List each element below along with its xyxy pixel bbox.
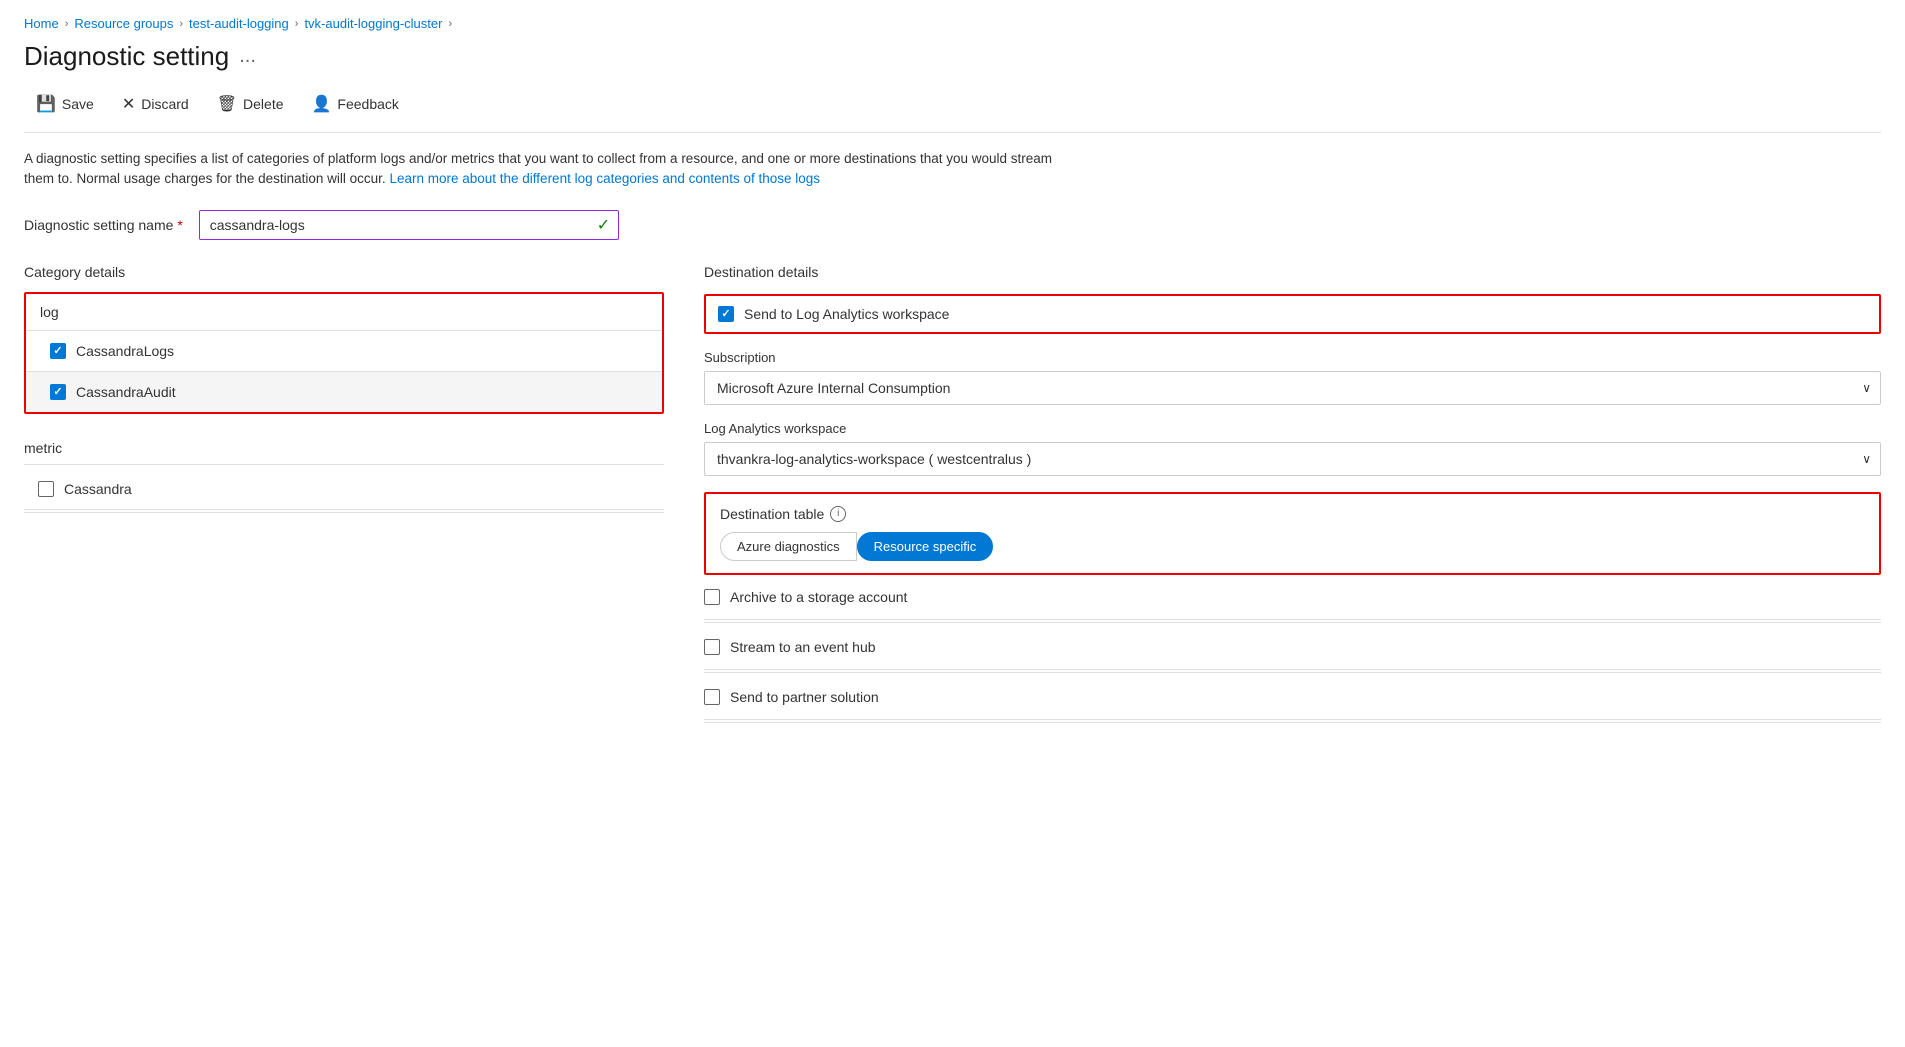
storage-label: Archive to a storage account: [730, 589, 907, 605]
breadcrumb-sep-4: ›: [448, 18, 452, 30]
resource-specific-button[interactable]: Resource specific: [857, 532, 994, 561]
description: A diagnostic setting specifies a list of…: [24, 149, 1074, 190]
event-hub-label: Stream to an event hub: [730, 639, 876, 655]
destination-table-label: Destination table i: [720, 506, 1865, 522]
save-button[interactable]: 💾 Save: [24, 88, 106, 120]
log-category-box: log CassandraLogs CassandraAudit: [24, 292, 664, 414]
partner-option: Send to partner solution: [704, 675, 1881, 720]
storage-option: Archive to a storage account: [704, 575, 1881, 620]
delete-label: Delete: [243, 96, 283, 112]
event-hub-checkbox[interactable]: [704, 639, 720, 655]
table-options: Azure diagnostics Resource specific: [720, 532, 1865, 561]
setting-name-row: Diagnostic setting name * ✓: [24, 210, 1881, 240]
delete-button[interactable]: 🗑 Delete: [205, 88, 296, 120]
setting-name-label: Diagnostic setting name *: [24, 217, 183, 233]
breadcrumb-sep-2: ›: [179, 18, 183, 30]
required-star: *: [177, 217, 182, 233]
destination-table-box: Destination table i Azure diagnostics Re…: [704, 492, 1881, 575]
cassandra-logs-checkbox[interactable]: [50, 343, 66, 359]
cassandra-metric-item: Cassandra: [24, 469, 664, 510]
workspace-section: Log Analytics workspace thvankra-log-ana…: [704, 421, 1881, 476]
destination-table-info-icon[interactable]: i: [830, 506, 846, 522]
storage-checkbox[interactable]: [704, 589, 720, 605]
input-checkmark-icon: ✓: [597, 215, 610, 235]
cassandra-metric-label: Cassandra: [64, 481, 132, 497]
workspace-label: Log Analytics workspace: [704, 421, 1881, 436]
category-details-label: Category details: [24, 264, 664, 280]
cassandra-audit-checkbox[interactable]: [50, 384, 66, 400]
destination-details-panel: Destination details Send to Log Analytic…: [704, 264, 1881, 725]
metric-section: metric Cassandra: [24, 430, 664, 513]
azure-diagnostics-button[interactable]: Azure diagnostics: [720, 532, 857, 561]
page-title-container: Diagnostic setting ...: [24, 41, 1881, 72]
save-icon: 💾: [36, 94, 56, 114]
partner-label: Send to partner solution: [730, 689, 879, 705]
subscription-dropdown-wrapper: Microsoft Azure Internal Consumption ∨: [704, 371, 1881, 405]
toolbar: 💾 Save ✕ Discard 🗑 Delete 👤 Feedback: [24, 88, 1881, 133]
event-hub-option: Stream to an event hub: [704, 625, 1881, 670]
metric-group-header: metric: [24, 430, 664, 465]
cassandra-audit-item: CassandraAudit: [26, 372, 662, 412]
page-title-dots: ...: [239, 45, 256, 68]
log-group-header: log: [26, 294, 662, 331]
workspace-dropdown-wrapper: thvankra-log-analytics-workspace ( westc…: [704, 442, 1881, 476]
subscription-section: Subscription Microsoft Azure Internal Co…: [704, 350, 1881, 405]
breadcrumb: Home › Resource groups › test-audit-logg…: [24, 16, 1881, 31]
category-details-panel: Category details log CassandraLogs Cassa…: [24, 264, 664, 515]
breadcrumb-sep-1: ›: [65, 18, 69, 30]
learn-more-link[interactable]: Learn more about the different log categ…: [389, 171, 820, 186]
breadcrumb-test-audit-logging[interactable]: test-audit-logging: [189, 16, 289, 31]
partner-checkbox[interactable]: [704, 689, 720, 705]
feedback-button[interactable]: 👤 Feedback: [300, 88, 411, 120]
subscription-label: Subscription: [704, 350, 1881, 365]
log-analytics-checkbox[interactable]: [718, 306, 734, 322]
delete-icon: 🗑: [217, 94, 237, 114]
cassandra-metric-checkbox[interactable]: [38, 481, 54, 497]
discard-icon: ✕: [122, 94, 135, 114]
cassandra-logs-item: CassandraLogs: [26, 331, 662, 372]
destination-details-label: Destination details: [704, 264, 1881, 280]
save-label: Save: [62, 96, 94, 112]
breadcrumb-cluster[interactable]: tvk-audit-logging-cluster: [304, 16, 442, 31]
subscription-dropdown[interactable]: Microsoft Azure Internal Consumption: [704, 371, 1881, 405]
discard-label: Discard: [141, 96, 188, 112]
breadcrumb-resource-groups[interactable]: Resource groups: [74, 16, 173, 31]
log-analytics-option: Send to Log Analytics workspace: [704, 294, 1881, 334]
cassandra-audit-label: CassandraAudit: [76, 384, 176, 400]
discard-button[interactable]: ✕ Discard: [110, 88, 201, 120]
log-analytics-label: Send to Log Analytics workspace: [744, 306, 949, 322]
page-title: Diagnostic setting: [24, 41, 229, 72]
feedback-icon: 👤: [312, 94, 332, 114]
breadcrumb-sep-3: ›: [295, 18, 299, 30]
workspace-dropdown[interactable]: thvankra-log-analytics-workspace ( westc…: [704, 442, 1881, 476]
setting-name-input[interactable]: [199, 210, 619, 240]
main-content: Category details log CassandraLogs Cassa…: [24, 264, 1881, 725]
breadcrumb-home[interactable]: Home: [24, 16, 59, 31]
feedback-label: Feedback: [337, 96, 398, 112]
cassandra-logs-label: CassandraLogs: [76, 343, 174, 359]
